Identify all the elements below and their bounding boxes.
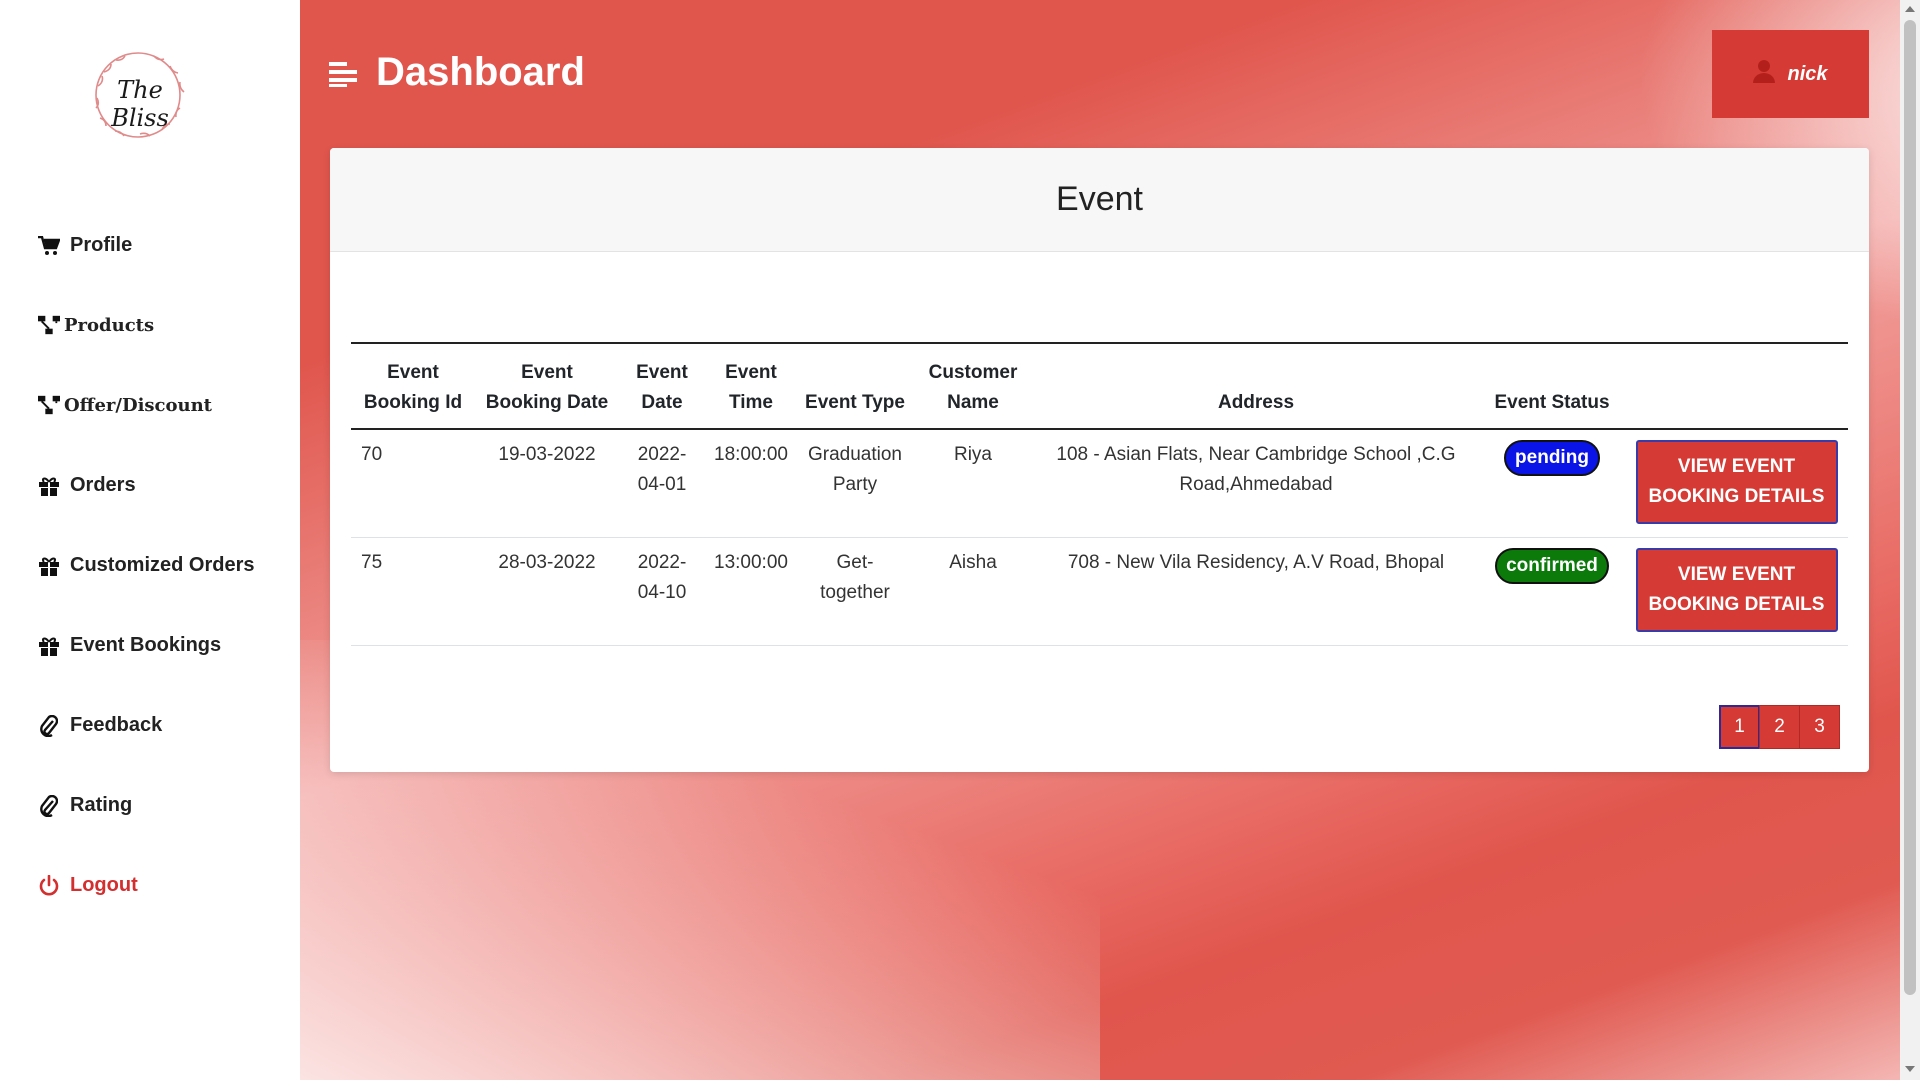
gift-icon: [38, 555, 60, 577]
sidebar-item-label: Event Bookings: [70, 634, 222, 656]
column-header: Event Status: [1479, 342, 1625, 430]
pagination: 1 2 3: [1719, 705, 1840, 749]
scroll-up-arrow-icon[interactable]: [1905, 6, 1915, 12]
sidebar-item-offer-discount[interactable]: Offer/Discount: [38, 394, 212, 416]
event-type-cell: Get-together: [797, 537, 913, 646]
column-header: Event Date: [619, 342, 705, 430]
sidebar-item-label: Feedback: [70, 714, 163, 736]
event-date-cell: 2022-04-01: [619, 429, 705, 538]
event-card: Event Event Booking Id Event Booking Dat…: [330, 148, 1869, 772]
sidebar-item-feedback[interactable]: Feedback: [38, 714, 162, 737]
power-icon: [38, 874, 60, 897]
sidebar-item-event-bookings[interactable]: Event Bookings: [38, 634, 221, 657]
column-header: Address: [1033, 342, 1479, 430]
page-2-button[interactable]: 2: [1759, 705, 1800, 749]
scroll-thumb[interactable]: [1904, 20, 1916, 995]
address-cell: 708 - New Vila Residency, A.V Road, Bhop…: [1033, 537, 1479, 646]
sidebar-item-label: Offer/Discount: [64, 394, 212, 416]
action-cell: VIEW EVENT BOOKING DETAILS: [1625, 429, 1848, 538]
column-header: Event Type: [797, 342, 913, 430]
column-header: Event Booking Id: [351, 342, 475, 430]
page-scrollbar[interactable]: [1900, 0, 1920, 1080]
booking-id-cell: 70: [351, 429, 475, 538]
event-time-cell: 13:00:00: [705, 537, 797, 646]
user-icon: [1753, 59, 1776, 89]
paperclip-icon: [38, 794, 60, 817]
sidebar-item-label: Profile: [70, 234, 133, 256]
logo-text: The Bliss: [111, 76, 169, 132]
page-3-button[interactable]: 3: [1799, 705, 1840, 749]
booking-id-cell: 75: [351, 537, 475, 646]
event-type-cell: Graduation Party: [797, 429, 913, 538]
event-time-cell: 18:00:00: [705, 429, 797, 538]
sitemap-icon: [38, 314, 60, 336]
address-cell: 108 - Asian Flats, Near Cambridge School…: [1033, 429, 1479, 538]
paperclip-icon: [38, 714, 60, 737]
status-badge: confirmed: [1495, 547, 1609, 584]
sidebar-item-label: Logout: [70, 874, 138, 896]
sidebar-item-label: Orders: [70, 474, 136, 496]
sidebar-item-label: Rating: [70, 794, 133, 816]
event-date-cell: 2022-04-10: [619, 537, 705, 646]
action-cell: VIEW EVENT BOOKING DETAILS: [1625, 537, 1848, 646]
brand-logo[interactable]: The Bliss: [84, 46, 192, 144]
sidebar-item-orders[interactable]: Orders: [38, 474, 136, 497]
column-header: [1625, 342, 1848, 430]
menu-toggle-icon[interactable]: [329, 60, 357, 88]
column-header: Event Time: [705, 342, 797, 430]
sitemap-icon: [38, 394, 60, 416]
gift-icon: [38, 635, 60, 657]
page-title: Dashboard: [376, 50, 585, 94]
page-1-button[interactable]: 1: [1719, 705, 1760, 749]
cart-icon: [38, 235, 60, 257]
table-header-row: Event Booking Id Event Booking Date Even…: [351, 342, 1848, 430]
sidebar-item-logout[interactable]: Logout: [38, 874, 138, 897]
status-cell: confirmed: [1479, 537, 1625, 646]
sidebar-item-label: Products: [64, 314, 155, 336]
customer-name-cell: Aisha: [913, 537, 1033, 646]
user-menu-button[interactable]: nick: [1712, 30, 1869, 118]
sidebar-item-profile[interactable]: Profile: [38, 234, 132, 257]
sidebar: The Bliss Profile Products Offer/Discoun…: [0, 0, 300, 1080]
username: nick: [1787, 62, 1828, 85]
sidebar-item-label: Customized Orders: [70, 554, 255, 576]
column-header: Event Booking Date: [475, 342, 619, 430]
booking-date-cell: 28-03-2022: [475, 537, 619, 646]
customer-name-cell: Riya: [913, 429, 1033, 538]
column-header: Customer Name: [913, 342, 1033, 430]
view-event-booking-details-button[interactable]: VIEW EVENT BOOKING DETAILS: [1635, 547, 1838, 632]
status-cell: pending: [1479, 429, 1625, 538]
gift-icon: [38, 475, 60, 497]
booking-date-cell: 19-03-2022: [475, 429, 619, 538]
sidebar-item-products[interactable]: Products: [38, 314, 154, 336]
view-event-booking-details-button[interactable]: VIEW EVENT BOOKING DETAILS: [1635, 440, 1838, 524]
events-table: Event Booking Id Event Booking Date Even…: [351, 342, 1848, 646]
sidebar-item-rating[interactable]: Rating: [38, 794, 132, 817]
table-row: 75 28-03-2022 2022-04-10 13:00:00 Get-to…: [351, 537, 1848, 646]
card-title: Event: [330, 148, 1869, 252]
scroll-down-arrow-icon[interactable]: [1905, 1066, 1915, 1072]
status-badge: pending: [1504, 440, 1600, 476]
table-row: 70 19-03-2022 2022-04-01 18:00:00 Gradua…: [351, 429, 1848, 538]
sidebar-item-customized-orders[interactable]: Customized Orders: [38, 554, 254, 577]
